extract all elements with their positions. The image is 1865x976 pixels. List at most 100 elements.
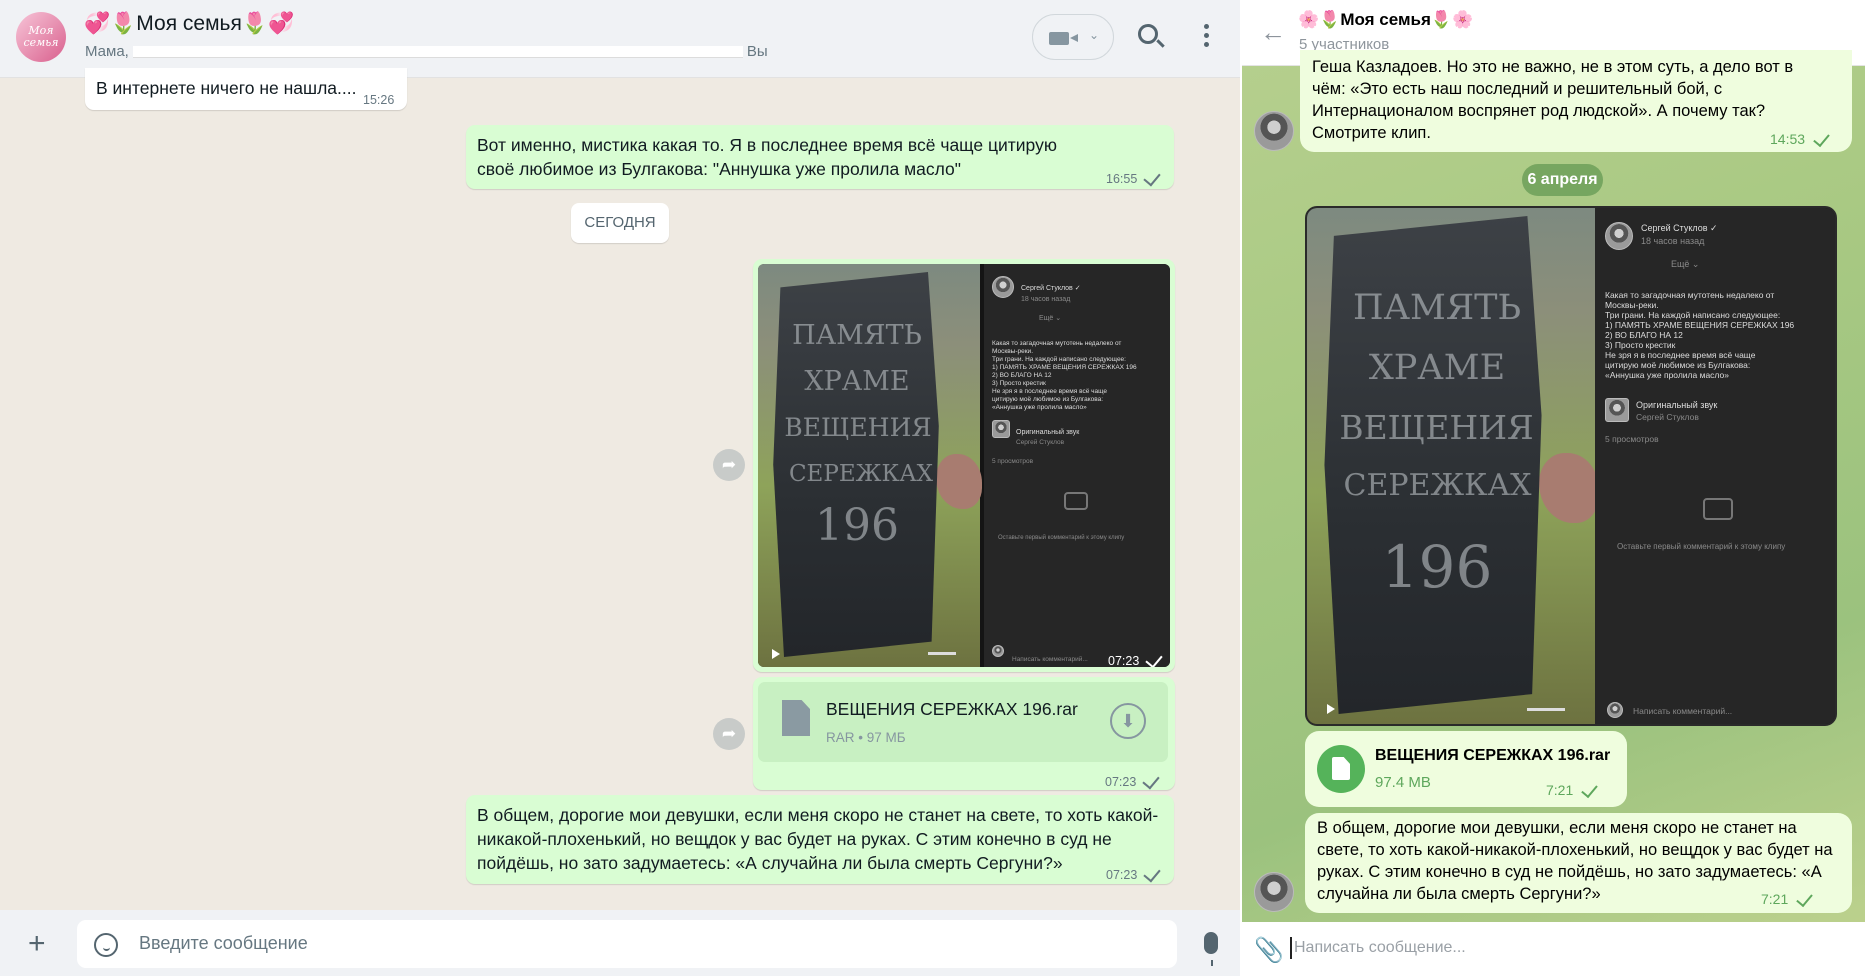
video-call-button[interactable]: ⌄ — [1032, 14, 1114, 60]
post-desc-line: 1) ПАМЯТЬ ХРАМЕ ВЕЩЕНИЯ СЕРЕЖКАХ 196 — [1605, 320, 1795, 330]
commenter-avatar — [992, 645, 1004, 657]
no-comments-text: Оставьте первый комментарий к этому клип… — [1617, 542, 1786, 551]
back-arrow-icon[interactable]: ← — [1260, 18, 1286, 46]
message-text: Вот именно, мистика какая то. Я в послед… — [477, 135, 1057, 179]
post-desc-line: 2) ВО БЛАГО НА 12 — [1605, 330, 1683, 340]
stone-carving-line: ПАМЯТЬ — [1352, 288, 1522, 328]
play-icon[interactable] — [1327, 704, 1335, 714]
sticker-icon[interactable] — [94, 933, 118, 957]
author-avatar — [992, 276, 1014, 298]
message-line: Интернационалом воспрянет род людской». … — [1312, 102, 1766, 120]
attach-plus-button[interactable]: + — [28, 929, 46, 959]
post-panel: Сергей Стуклов ✓ 18 часов назад Ещё ⌄ Ка… — [984, 264, 1170, 667]
message-line: чём: «Это есть наш последний и решительн… — [1312, 80, 1723, 98]
file-attachment[interactable]: ВЕЩЕНИЯ СЕРЕЖКАХ 196.rar RAR • 97 МБ ⬇ — [758, 682, 1168, 762]
post-desc-line: Москвы-реки. — [1605, 300, 1659, 310]
incoming-message[interactable]: В интернете ничего не нашла.... 15:26 — [85, 68, 407, 110]
views-count: 5 просмотров — [992, 458, 1034, 465]
post-desc-line: «Аннушка уже пролила масло» — [1605, 370, 1729, 380]
post-author: Сергей Стуклов ✓ — [1641, 223, 1718, 233]
post-author-meta: 18 часов назад — [1641, 236, 1705, 246]
message-time: 15:26 — [363, 93, 395, 107]
file-name: ВЕЩЕНИЯ СЕРЕЖКАХ 196.rar — [826, 699, 1078, 719]
whatsapp-window: Моя семья 💞🌷Моя семья🌷💞 Мама, Вы ⌄ В инте… — [0, 0, 1240, 976]
outgoing-message[interactable]: Вот именно, мистика какая то. Я в послед… — [466, 125, 1174, 189]
message-time: 16:55 — [1106, 167, 1161, 191]
message-line: Гешa Казладоев. Но это не важно, не в эт… — [1312, 58, 1794, 76]
sent-check-icon — [1581, 780, 1599, 799]
video-call-icon — [1049, 32, 1078, 45]
sound-avatar — [992, 420, 1010, 438]
date-separator: СЕГОДНЯ — [571, 203, 669, 243]
outgoing-file-message[interactable]: ВЕЩЕНИЯ СЕРЕЖКАХ 196.rar RAR • 97 МБ ⬇ 0… — [753, 677, 1175, 790]
author-avatar — [1605, 222, 1633, 250]
play-icon[interactable] — [772, 649, 780, 659]
post-desc-line: 3) Просто крестик — [1605, 340, 1676, 350]
post-desc-line: Не зря я в последнее время всё чаще — [1605, 350, 1756, 360]
comment-bubble-icon — [1703, 498, 1733, 520]
search-icon[interactable] — [1138, 24, 1158, 44]
no-comments-text: Оставьте первый комментарий к этому клип… — [998, 535, 1125, 541]
chat-members: Мама, Вы — [85, 43, 768, 60]
more-menu: Ещё ⌄ — [1039, 315, 1062, 322]
file-name: ВЕЩЕНИЯ СЕРЕЖКАХ 196.rar — [1375, 747, 1611, 764]
message-placeholder: Введите сообщение — [139, 933, 308, 953]
redacted-members — [132, 46, 743, 59]
file-icon — [782, 700, 810, 736]
message-text: В общем, дорогие мои девушки, если меня … — [477, 805, 1159, 873]
paperclip-icon[interactable]: 📎 — [1254, 936, 1284, 965]
message-line: Смотрите клип. — [1312, 124, 1431, 142]
sender-avatar[interactable] — [1254, 872, 1294, 912]
commenter-avatar — [1607, 702, 1623, 718]
mic-icon[interactable] — [1204, 932, 1218, 966]
tg-outgoing-message[interactable]: В общем, дорогие мои девушки, если меня … — [1305, 813, 1852, 913]
outgoing-message[interactable]: В общем, дорогие мои девушки, если меня … — [466, 795, 1174, 884]
tg-chat-title[interactable]: 🌸🌷Моя семья🌷🌸 — [1298, 10, 1473, 30]
message-time: 14:53 — [1770, 128, 1830, 150]
post-desc-line: Три грани. На каждой написано следующее: — [1605, 310, 1781, 320]
video-thumbnail[interactable]: ПАМЯТЬ ХРАМЕ ВЕЩЕНИЯ СЕРЕЖКАХ 196 Сергей… — [758, 264, 1170, 667]
views-count: 5 просмотров — [1605, 434, 1659, 444]
more-menu: Ещё ⌄ — [1671, 259, 1700, 269]
video-progress[interactable] — [928, 652, 956, 655]
stone-carving-line: ХРАМЕ — [804, 366, 910, 397]
sender-avatar[interactable] — [1254, 111, 1294, 151]
chat-header[interactable]: Моя семья 💞🌷Моя семья🌷💞 Мама, Вы ⌄ — [0, 0, 1240, 78]
tg-message-input[interactable]: Написать сообщение... — [1294, 939, 1466, 957]
members-start: Мама, — [85, 43, 129, 60]
tg-incoming-message[interactable]: Гешa Казладоев. Но это не важно, не в эт… — [1300, 50, 1852, 152]
sound-author: Сергей Стуклов — [1636, 412, 1699, 422]
chevron-down-icon: ⌄ — [1089, 28, 1100, 42]
stone-carving-line: ХРАМЕ — [1368, 348, 1506, 388]
text-caret — [1290, 937, 1292, 959]
stone-carving-line: СЕРЕЖКАХ — [788, 461, 934, 487]
message-time: 07:23 — [1105, 770, 1160, 794]
stone-carving-line: 196 — [815, 500, 899, 551]
group-avatar[interactable]: Моя семья — [16, 12, 66, 62]
message-input[interactable]: Введите сообщение — [77, 920, 1177, 968]
post-desc-line: «Аннушка уже пролила масло» — [992, 404, 1087, 411]
tg-video-thumbnail[interactable]: ПАМЯТЬ ХРАМЕ ВЕЩЕНИЯ СЕРЕЖКАХ 196 Сергей… — [1305, 206, 1837, 726]
members-end: Вы — [746, 43, 768, 60]
menu-icon[interactable] — [1204, 24, 1210, 50]
video-progress[interactable] — [1527, 708, 1565, 711]
file-size: 97.4 MB — [1375, 774, 1431, 791]
stone-carving-line: ВЕЩЕНИЯ — [784, 413, 932, 442]
download-icon[interactable]: ⬇ — [1110, 703, 1146, 739]
forward-icon[interactable]: ➦ — [713, 449, 745, 481]
stone-carving-line: 196 — [1381, 533, 1493, 601]
post-panel: Сергей Стуклов ✓ 18 часов назад Ещё ⌄ Ка… — [1595, 208, 1835, 724]
post-desc-line: Какая то загадочная мутотень недалеко от — [1605, 290, 1775, 300]
video-time: 07:23 — [1108, 649, 1163, 667]
stone-carving-line: ПАМЯТЬ — [792, 320, 922, 351]
tg-file-message[interactable]: ВЕЩЕНИЯ СЕРЕЖКАХ 196.rar 97.4 MB 7:21 — [1305, 731, 1627, 807]
forward-icon[interactable]: ➦ — [713, 718, 745, 750]
comment-placeholder: Написать комментарий... — [1012, 656, 1088, 663]
outgoing-video-message[interactable]: ПАМЯТЬ ХРАМЕ ВЕЩЕНИЯ СЕРЕЖКАХ 196 Сергей… — [753, 259, 1175, 672]
message-text: В интернете ничего не нашла.... — [96, 78, 357, 98]
stone-carving-line: ВЕЩЕНИЯ — [1339, 408, 1534, 447]
tg-date-separator: 6 апреля — [1522, 164, 1603, 196]
file-icon[interactable] — [1317, 745, 1365, 793]
chat-title[interactable]: 💞🌷Моя семья🌷💞 — [84, 12, 294, 36]
sound-title: Оригинальный звук — [1636, 400, 1718, 410]
